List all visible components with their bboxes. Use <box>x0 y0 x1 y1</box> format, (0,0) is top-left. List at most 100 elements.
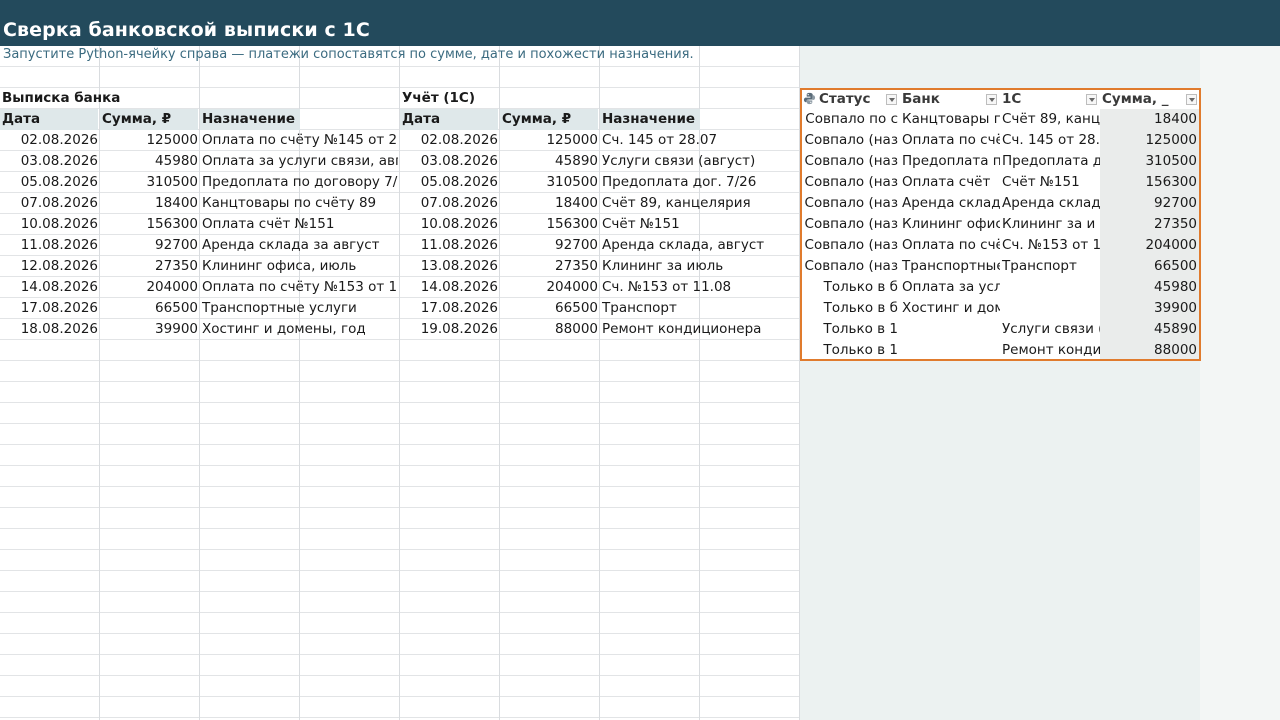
ledger-column-header[interactable]: Дата <box>400 109 498 130</box>
ledger-date-cell[interactable]: 02.08.2026 <box>400 130 500 151</box>
spill-ledger-cell[interactable]: Сч. №153 от 1 <box>1000 235 1100 256</box>
spill-amount-cell[interactable]: 88000 <box>1100 340 1199 361</box>
bank-date-cell[interactable]: 17.08.2026 <box>0 298 100 319</box>
filter-dropdown-icon[interactable] <box>986 94 997 105</box>
spill-status-cell[interactable]: Только в б <box>801 298 900 319</box>
bank-purpose-cell[interactable]: Транспортные услуги <box>200 298 398 319</box>
spill-ledger-cell[interactable]: Транспорт <box>1000 256 1100 277</box>
bank-purpose-cell[interactable]: Канцтовары по счёту 89 <box>200 193 398 214</box>
ledger-date-cell[interactable]: 03.08.2026 <box>400 151 500 172</box>
ledger-amount-cell[interactable]: 45890 <box>500 151 600 172</box>
bank-purpose-cell[interactable]: Аренда склада за август <box>200 235 398 256</box>
spill-ledger-cell[interactable]: Счёт №151 <box>1000 172 1100 193</box>
bank-date-cell[interactable]: 10.08.2026 <box>0 214 100 235</box>
bank-date-cell[interactable]: 14.08.2026 <box>0 277 100 298</box>
spill-bank-cell[interactable]: Хостинг и дом <box>900 298 1000 319</box>
spill-status-cell[interactable]: Только в 1 <box>801 340 900 361</box>
ledger-amount-cell[interactable]: 88000 <box>500 319 600 340</box>
ledger-purpose-cell[interactable]: Счёт №151 <box>600 214 798 235</box>
spill-ledger-cell[interactable]: Ремонт конди <box>1000 340 1100 361</box>
spill-ledger-cell[interactable] <box>1000 298 1100 319</box>
bank-amount-cell[interactable]: 310500 <box>100 172 200 193</box>
ledger-amount-cell[interactable]: 27350 <box>500 256 600 277</box>
spill-ledger-cell[interactable]: Сч. 145 от 28. <box>1000 130 1100 151</box>
spill-bank-cell[interactable] <box>900 319 1000 340</box>
bank-date-cell[interactable]: 12.08.2026 <box>0 256 100 277</box>
ledger-amount-cell[interactable]: 204000 <box>500 277 600 298</box>
bank-amount-cell[interactable]: 125000 <box>100 130 200 151</box>
bank-purpose-cell[interactable]: Оплата за услуги связи, авгу <box>200 151 398 172</box>
spill-column-header[interactable]: 1С <box>1000 89 1100 110</box>
spill-bank-cell[interactable]: Оплата счёт <box>900 172 1000 193</box>
bank-date-cell[interactable]: 02.08.2026 <box>0 130 100 151</box>
spill-amount-cell[interactable]: 45890 <box>1100 319 1199 340</box>
spill-ledger-cell[interactable]: Счёт 89, канц <box>1000 109 1100 130</box>
spill-status-cell[interactable]: Только в 1 <box>801 319 900 340</box>
ledger-date-cell[interactable]: 11.08.2026 <box>400 235 500 256</box>
bank-amount-cell[interactable]: 18400 <box>100 193 200 214</box>
spill-status-cell[interactable]: Совпало (наз <box>801 235 900 256</box>
bank-column-header[interactable]: Назначение <box>200 109 300 130</box>
ledger-purpose-cell[interactable]: Ремонт кондиционера <box>600 319 798 340</box>
ledger-date-cell[interactable]: 05.08.2026 <box>400 172 500 193</box>
spill-status-cell[interactable]: Совпало (наз <box>801 193 900 214</box>
spill-ledger-cell[interactable]: Аренда склад <box>1000 193 1100 214</box>
spill-status-cell[interactable]: Совпало (наз <box>801 130 900 151</box>
spill-amount-cell[interactable]: 92700 <box>1100 193 1199 214</box>
spill-amount-cell[interactable]: 66500 <box>1100 256 1199 277</box>
spill-amount-cell[interactable]: 18400 <box>1100 109 1199 130</box>
bank-date-cell[interactable]: 05.08.2026 <box>0 172 100 193</box>
ledger-purpose-cell[interactable]: Сч. 145 от 28.07 <box>600 130 798 151</box>
spill-amount-cell[interactable]: 204000 <box>1100 235 1199 256</box>
spill-bank-cell[interactable]: Оплата по счё <box>900 130 1000 151</box>
ledger-amount-cell[interactable]: 310500 <box>500 172 600 193</box>
ledger-purpose-cell[interactable]: Сч. №153 от 11.08 <box>600 277 798 298</box>
spill-status-cell[interactable]: Совпало по с <box>801 109 900 130</box>
bank-purpose-cell[interactable]: Хостинг и домены, год <box>200 319 398 340</box>
bank-purpose-cell[interactable]: Предоплата по договору 7/2 <box>200 172 398 193</box>
bank-date-cell[interactable]: 11.08.2026 <box>0 235 100 256</box>
bank-amount-cell[interactable]: 204000 <box>100 277 200 298</box>
bank-amount-cell[interactable]: 66500 <box>100 298 200 319</box>
spill-status-cell[interactable]: Только в б <box>801 277 900 298</box>
ledger-amount-cell[interactable]: 156300 <box>500 214 600 235</box>
bank-amount-cell[interactable]: 39900 <box>100 319 200 340</box>
spill-amount-cell[interactable]: 39900 <box>1100 298 1199 319</box>
spill-ledger-cell[interactable] <box>1000 277 1100 298</box>
bank-amount-cell[interactable]: 156300 <box>100 214 200 235</box>
ledger-amount-cell[interactable]: 125000 <box>500 130 600 151</box>
spill-status-cell[interactable]: Совпало (наз <box>801 256 900 277</box>
ledger-amount-cell[interactable]: 18400 <box>500 193 600 214</box>
filter-dropdown-icon[interactable] <box>1086 94 1097 105</box>
ledger-purpose-cell[interactable]: Счёт 89, канцелярия <box>600 193 798 214</box>
spill-bank-cell[interactable]: Транспортные <box>900 256 1000 277</box>
bank-column-header[interactable]: Сумма, ₽ <box>100 109 198 130</box>
python-icon[interactable] <box>803 92 816 105</box>
bank-amount-cell[interactable]: 27350 <box>100 256 200 277</box>
spill-amount-cell[interactable]: 27350 <box>1100 214 1199 235</box>
bank-column-header[interactable]: Дата <box>0 109 98 130</box>
ledger-amount-cell[interactable]: 92700 <box>500 235 600 256</box>
spill-bank-cell[interactable]: Аренда склад <box>900 193 1000 214</box>
bank-purpose-cell[interactable]: Оплата счёт №151 <box>200 214 398 235</box>
spill-status-cell[interactable]: Совпало (наз <box>801 151 900 172</box>
spill-amount-cell[interactable]: 310500 <box>1100 151 1199 172</box>
spill-bank-cell[interactable]: Канцтовары п <box>900 109 1000 130</box>
spill-bank-cell[interactable]: Оплата за усл <box>900 277 1000 298</box>
ledger-purpose-cell[interactable]: Аренда склада, август <box>600 235 798 256</box>
ledger-date-cell[interactable]: 14.08.2026 <box>400 277 500 298</box>
bank-purpose-cell[interactable]: Оплата по счёту №153 от 11. <box>200 277 398 298</box>
spill-status-cell[interactable]: Совпало (наз <box>801 172 900 193</box>
spill-bank-cell[interactable]: Клининг офис <box>900 214 1000 235</box>
spill-amount-cell[interactable]: 156300 <box>1100 172 1199 193</box>
ledger-date-cell[interactable]: 13.08.2026 <box>400 256 500 277</box>
ledger-purpose-cell[interactable]: Услуги связи (август) <box>600 151 798 172</box>
spill-status-cell[interactable]: Совпало (наз <box>801 214 900 235</box>
ledger-purpose-cell[interactable]: Предоплата дог. 7/26 <box>600 172 798 193</box>
spill-bank-cell[interactable]: Предоплата п <box>900 151 1000 172</box>
spill-amount-cell[interactable]: 125000 <box>1100 130 1199 151</box>
spill-column-header[interactable]: Сумма, _ <box>1100 89 1200 110</box>
spill-bank-cell[interactable] <box>900 340 1000 361</box>
bank-date-cell[interactable]: 07.08.2026 <box>0 193 100 214</box>
ledger-purpose-cell[interactable]: Клининг за июль <box>600 256 798 277</box>
